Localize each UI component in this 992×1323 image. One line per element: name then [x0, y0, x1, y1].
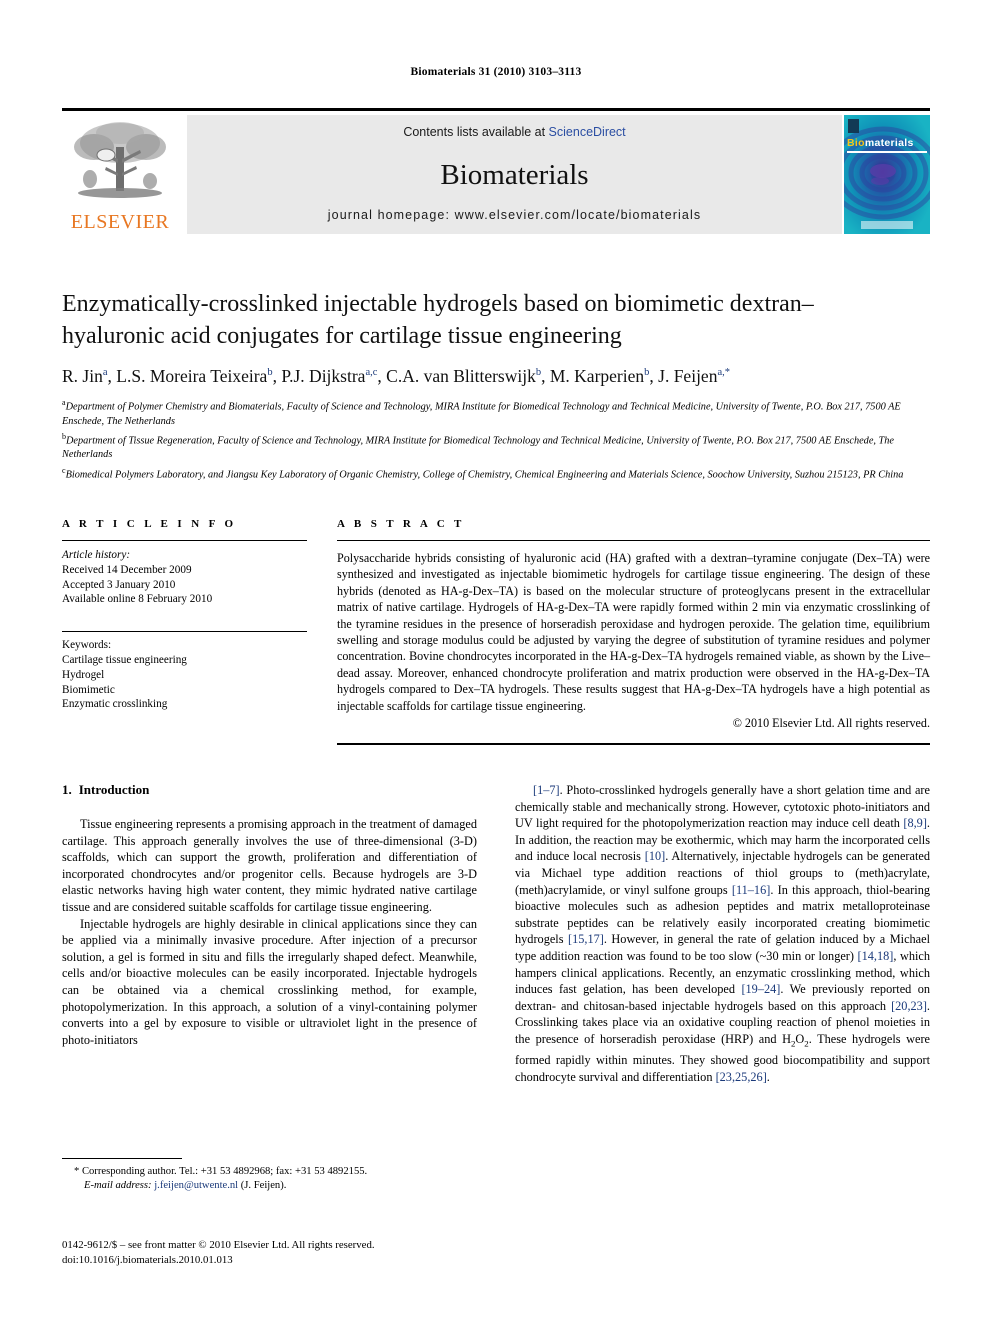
affiliation-c-text: Biomedical Polymers Laboratory, and Jian… — [65, 469, 904, 481]
article-history-label: Article history: — [62, 549, 131, 561]
affiliation-list: aDepartment of Polymer Chemistry and Bio… — [62, 396, 930, 483]
intro-paragraph-2: Injectable hydrogels are highly desirabl… — [62, 916, 477, 1047]
contents-available-line: Contents lists available at ScienceDirec… — [187, 125, 842, 139]
author-3[interactable]: C.A. van Blitterswijkb — [386, 366, 541, 386]
affiliation-a-text: Department of Polymer Chemistry and Biom… — [62, 401, 901, 427]
author-2-name: P.J. Dijkstra — [281, 366, 366, 386]
abstract-rule-bottom — [337, 743, 930, 746]
section-heading-introduction: 1. Introduction — [62, 782, 477, 798]
keyword-2: Biomimetic — [62, 683, 115, 696]
author-3-affil-marker: b — [535, 367, 542, 379]
keywords-block: Keywords: Cartilage tissue engineering H… — [62, 632, 307, 712]
abstract-text: Polysaccharide hybrids consisting of hya… — [337, 551, 930, 713]
journal-homepage[interactable]: journal homepage: www.elsevier.com/locat… — [187, 208, 842, 222]
keyword-1: Hydrogel — [62, 668, 105, 681]
contents-prefix: Contents lists available at — [403, 125, 549, 139]
abstract-heading: A B S T R A C T — [337, 518, 465, 530]
author-5-affil-marker: a,* — [717, 367, 730, 379]
corresponding-author-note: * Corresponding author. Tel.: +31 53 489… — [74, 1166, 368, 1177]
keywords-label: Keywords: — [62, 639, 112, 652]
article-history-accepted: Accepted 3 January 2010 — [62, 578, 176, 591]
article-info-heading: A R T I C L E I N F O — [62, 518, 237, 530]
cover-name-materials: materials — [864, 137, 914, 149]
affiliation-b: bDepartment of Tissue Regeneration, Facu… — [62, 430, 930, 463]
author-1[interactable]: L.S. Moreira Teixeirab — [116, 366, 272, 386]
email-link[interactable]: j.feijen@utwente.nl — [154, 1180, 238, 1191]
author-0-affil-marker: a — [102, 367, 108, 379]
body-column-right: [1–7]. Photo-crosslinked hydrogels gener… — [515, 782, 930, 1085]
author-0[interactable]: R. Jina — [62, 366, 108, 386]
article-history-block: Article history: Received 14 December 20… — [62, 541, 307, 607]
cover-footer-strip — [861, 221, 913, 229]
citation-8-9[interactable]: [8,9] — [903, 816, 927, 830]
sciencedirect-link[interactable]: ScienceDirect — [549, 125, 626, 139]
author-4-affil-marker: b — [644, 367, 650, 379]
author-3-name: C.A. van Blitterswijk — [386, 366, 536, 386]
article-info-column: A R T I C L E I N F O Article history: R… — [62, 518, 307, 712]
abstract-copyright: © 2010 Elsevier Ltd. All rights reserved… — [732, 716, 930, 731]
section-number: 1. — [62, 782, 72, 797]
journal-title: Biomaterials — [440, 159, 589, 191]
elsevier-tree-icon — [66, 117, 174, 205]
intro-paragraph-1: Tissue engineering represents a promisin… — [62, 817, 477, 914]
email-note: E-mail address: j.feijen@utwente.nl (J. … — [74, 1179, 477, 1193]
author-2-affil-marker: a,c — [365, 367, 378, 379]
affiliation-b-text: Department of Tissue Regeneration, Facul… — [62, 435, 894, 461]
citation-19-24[interactable]: [19–24] — [741, 982, 780, 996]
body-column-left: 1. Introduction Tissue engineering repres… — [62, 782, 477, 1048]
paper-page: Biomaterials 31 (2010) 3103–3113 ELSEVIE… — [0, 0, 992, 1323]
author-4-name: M. Karperien — [549, 366, 645, 386]
section-title: Introduction — [78, 782, 150, 797]
page-title: Enzymatically-crosslinked injectable hyd… — [62, 291, 814, 349]
footnote-rule — [62, 1158, 182, 1159]
imprint-block: 0142-9612/$ – see front matter © 2010 El… — [62, 1238, 492, 1267]
affiliation-a: aDepartment of Polymer Chemistry and Bio… — [62, 396, 930, 429]
cover-corner-mark — [848, 119, 859, 133]
email-label: E-mail address: — [84, 1180, 152, 1191]
author-4[interactable]: M. Karperienb — [550, 366, 650, 386]
article-history-online: Available online 8 February 2010 — [62, 593, 213, 606]
citation-10[interactable]: [10] — [645, 849, 666, 863]
journal-cover-thumbnail: Biomaterials — [844, 115, 930, 234]
elsevier-wordmark: ELSEVIER — [70, 211, 170, 233]
abstract-column: A B S T R A C T Polysaccharide hybrids c… — [337, 518, 930, 746]
citation-1-7[interactable]: [1–7] — [533, 783, 560, 797]
cover-name-bio: Bio — [847, 137, 865, 149]
cover-divider — [847, 151, 927, 153]
author-2[interactable]: P.J. Dijkstraa,c — [281, 366, 377, 386]
elsevier-logo: ELSEVIER — [62, 115, 178, 236]
journal-masthead: ELSEVIER Contents lists available at Sci… — [62, 108, 930, 236]
running-head: Biomaterials 31 (2010) 3103–3113 — [410, 66, 582, 78]
issn-front-matter: 0142-9612/$ – see front matter © 2010 El… — [62, 1239, 375, 1251]
author-1-affil-marker: b — [267, 367, 273, 379]
email-owner: (J. Feijen). — [240, 1180, 287, 1191]
citation-11-16[interactable]: [11–16] — [732, 883, 770, 897]
citation-15-17[interactable]: [15,17] — [568, 932, 604, 946]
author-list: R. Jina, L.S. Moreira Teixeirab, P.J. Di… — [62, 366, 730, 386]
author-5-name: J. Feijen — [658, 366, 718, 386]
keyword-3: Enzymatic crosslinking — [62, 698, 168, 711]
article-history-received: Received 14 December 2009 — [62, 563, 192, 576]
affiliation-c: cBiomedical Polymers Laboratory, and Jia… — [62, 464, 930, 483]
journal-banner: Contents lists available at ScienceDirec… — [187, 115, 842, 234]
citation-20-23[interactable]: [20,23] — [891, 999, 927, 1013]
author-1-name: L.S. Moreira Teixeira — [116, 366, 268, 386]
intro-paragraph-3: [1–7]. Photo-crosslinked hydrogels gener… — [515, 783, 931, 1084]
keyword-0: Cartilage tissue engineering — [62, 653, 187, 666]
author-5[interactable]: J. Feijena,* — [658, 366, 730, 386]
citation-14-18[interactable]: [14,18] — [858, 949, 894, 963]
cover-journal-name: Biomaterials — [844, 137, 930, 149]
doi-line: doi:10.1016/j.biomaterials.2010.01.013 — [62, 1253, 233, 1266]
author-0-name: R. Jin — [62, 366, 103, 386]
footnote-block: * Corresponding author. Tel.: +31 53 489… — [62, 1158, 477, 1193]
citation-23-25-26[interactable]: [23,25,26] — [716, 1070, 767, 1084]
